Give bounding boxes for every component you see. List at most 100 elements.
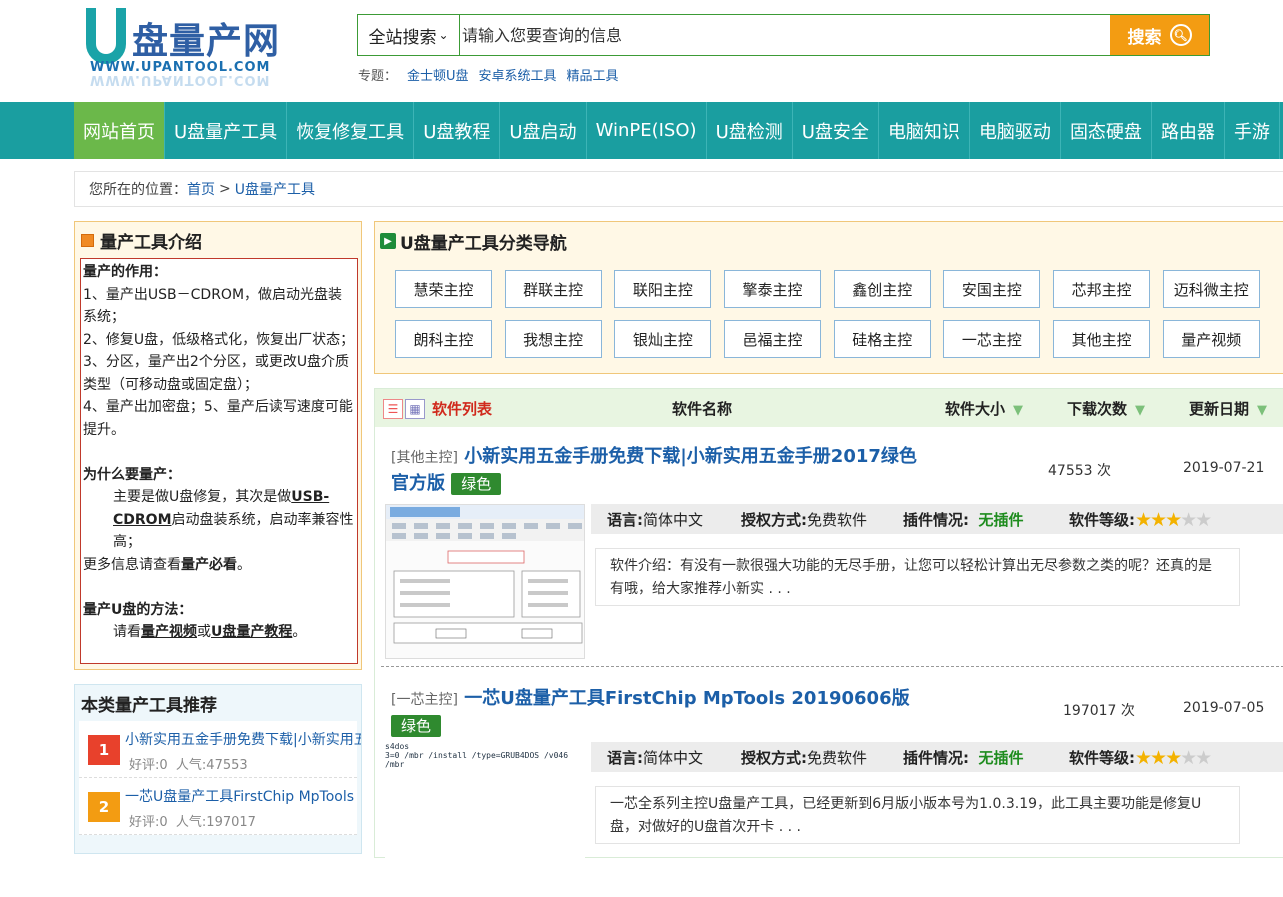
- software-screenshot[interactable]: s4dos 3=0 /mbr /install /type=GRUB4DOS /…: [385, 742, 585, 897]
- nav-item[interactable]: 固态硬盘: [1061, 102, 1152, 159]
- recommend-title: 本类量产工具推荐: [81, 695, 217, 716]
- nav-item[interactable]: U盘检测: [707, 102, 793, 159]
- category-header: ▶ U盘量产工具分类导航: [375, 222, 1283, 260]
- view-toggle: ☰ ▦: [383, 399, 425, 419]
- category-button[interactable]: 群联主控: [504, 270, 602, 308]
- intro-role-line: 1、量产出USB－CDROM，做启动光盘装系统；: [83, 286, 343, 326]
- software-screenshot[interactable]: [385, 504, 585, 659]
- category-button[interactable]: 邑福主控: [724, 320, 822, 358]
- screenshot-text-line: 3=0 /mbr /install /type=GRUB4DOS /v046 /…: [385, 751, 569, 769]
- search-scope-select[interactable]: 全站搜索 ⌄: [358, 15, 460, 55]
- breadcrumb-home-link[interactable]: 首页: [187, 179, 215, 199]
- software-category[interactable]: [一芯主控]: [391, 692, 458, 708]
- search-input[interactable]: [460, 15, 1110, 55]
- category-button[interactable]: 联阳主控: [614, 270, 712, 308]
- software-title[interactable]: [其他主控] 小新实用五金手册免费下载|小新实用五金手册2017绿色官方版 绿色: [391, 444, 921, 497]
- category-button[interactable]: 我想主控: [504, 320, 602, 358]
- software-title-text[interactable]: 一芯U盘量产工具FirstChip MpTools 20190606版: [464, 688, 909, 709]
- rating-stars: ★★★ ★★: [1135, 746, 1212, 769]
- breadcrumb-current-link[interactable]: U盘量产工具: [235, 179, 315, 199]
- green-badge: 绿色: [451, 473, 502, 495]
- category-button[interactable]: 量产视频: [1162, 320, 1260, 358]
- grid-view-icon[interactable]: ▦: [405, 399, 425, 419]
- breadcrumb-label: 您所在的位置：: [89, 182, 187, 198]
- category-button[interactable]: 安国主控: [943, 270, 1041, 308]
- software-meta-bar: 语言: 简体中文 授权方式: 免费软件 插件情况: 无插件 软件等级: ★★★ ★★: [591, 742, 1283, 772]
- intro-header: 量产工具介绍: [75, 222, 361, 258]
- category-button[interactable]: 芯邦主控: [1053, 270, 1151, 308]
- chevron-down-icon: ⌄: [438, 28, 449, 42]
- category-button[interactable]: 一芯主控: [943, 320, 1041, 358]
- category-button[interactable]: 朗科主控: [395, 320, 492, 358]
- col-date[interactable]: 更新日期 ▼: [1189, 398, 1267, 419]
- update-date: 2019-07-05: [1183, 700, 1265, 716]
- intro-method-text: 请看量产视频或U盘量产教程。: [113, 624, 307, 640]
- language-value: 简体中文: [643, 748, 704, 767]
- must-read-link[interactable]: 量产必看: [181, 557, 237, 573]
- list-header: ☰ ▦ 软件列表 软件名称 软件大小 ▼ 下载次数 ▼ 更新日期 ▼: [375, 389, 1283, 427]
- search-button[interactable]: 搜索 🔍︎: [1110, 15, 1209, 55]
- download-count: 47553 次: [1048, 463, 1111, 479]
- software-title[interactable]: [一芯主控] 一芯U盘量产工具FirstChip MpTools 2019060…: [391, 686, 921, 739]
- main-nav: 网站首页 U盘量产工具 恢复修复工具 U盘教程 U盘启动 WinPE(ISO) …: [0, 102, 1283, 159]
- language-value: 简体中文: [643, 510, 704, 529]
- recommend-item[interactable]: 1 小新实用五金手册免费下载|小新实用五金手册2017绿色官方版 好评:0 人气…: [79, 721, 361, 778]
- breadcrumb: 您所在的位置： 首页 > U盘量产工具: [74, 171, 1283, 207]
- topic-link[interactable]: 精品工具: [567, 65, 619, 84]
- rank-badge: 1: [88, 735, 120, 765]
- topic-link[interactable]: 安卓系统工具: [479, 65, 557, 84]
- topic-link[interactable]: 金士顿U盘: [407, 65, 469, 84]
- nav-item[interactable]: WinPE(ISO): [587, 102, 707, 159]
- breadcrumb-separator: >: [219, 181, 231, 197]
- category-button[interactable]: 鑫创主控: [833, 270, 931, 308]
- search-button-label: 搜索: [1127, 27, 1162, 48]
- nav-item[interactable]: 路由器: [1152, 102, 1225, 159]
- software-description: 软件介绍：有没有一款很强大功能的无尽手册，让您可以轻松计算出无尽参数之类的呢？还…: [595, 548, 1240, 606]
- recommend-item-title[interactable]: 一芯U盘量产工具FirstChip MpTools: [125, 786, 361, 806]
- software-meta-bar: 语言: 简体中文 授权方式: 免费软件 插件情况: 无插件 软件等级: ★★★ ★★: [591, 504, 1283, 534]
- license-value: 免费软件: [807, 748, 868, 767]
- tutorial-link[interactable]: U盘量产教程: [211, 624, 292, 640]
- rating-stars: ★★★ ★★: [1135, 508, 1212, 531]
- list-view-icon[interactable]: ☰: [383, 399, 403, 419]
- logo-domain-reflection: WWW.UPANTOOL.COM: [90, 72, 271, 87]
- intro-panel: 量产工具介绍 量产的作用： 1、量产出USB－CDROM，做启动光盘装系统； 2…: [74, 221, 362, 670]
- site-logo[interactable]: 盘量产网 WWW.UPANTOOL.COM WWW.UPANTOOL.COM: [80, 8, 290, 87]
- recommend-item-title[interactable]: 小新实用五金手册免费下载|小新实用五金手册2017绿色官方版: [125, 729, 361, 749]
- col-size[interactable]: 软件大小 ▼: [945, 398, 1023, 419]
- recommend-item-meta: 好评:0 人气:47553: [129, 758, 248, 773]
- nav-item[interactable]: U盘量产工具: [165, 102, 288, 159]
- download-count: 197017 次: [1063, 703, 1135, 719]
- screenshot-text-line: s4dos: [385, 742, 410, 751]
- search-bar: 全站搜索 ⌄ 搜索 🔍︎: [357, 14, 1210, 56]
- category-title: U盘量产工具分类导航: [400, 233, 567, 254]
- category-button[interactable]: 慧荣主控: [395, 270, 492, 308]
- search-scope-label: 全站搜索: [368, 27, 437, 48]
- recommend-item[interactable]: 2 一芯U盘量产工具FirstChip MpTools 好评:0 人气:1970…: [79, 778, 357, 835]
- video-link[interactable]: 量产视频: [141, 624, 197, 640]
- sort-down-icon: ▼: [1013, 402, 1024, 418]
- plugin-value: 无插件: [978, 748, 1024, 767]
- nav-item[interactable]: 手游: [1225, 102, 1280, 159]
- intro-body: 量产的作用： 1、量产出USB－CDROM，做启动光盘装系统； 2、修复U盘，低…: [80, 258, 358, 664]
- nav-item-home[interactable]: 网站首页: [74, 102, 165, 159]
- category-button[interactable]: 硅格主控: [833, 320, 931, 358]
- sort-down-icon: ▼: [1257, 402, 1268, 418]
- nav-item[interactable]: U盘教程: [414, 102, 501, 159]
- nav-item[interactable]: U盘启动: [500, 102, 587, 159]
- col-downloads[interactable]: 下载次数 ▼: [1067, 398, 1145, 419]
- category-button[interactable]: 银灿主控: [614, 320, 712, 358]
- intro-role-title: 量产的作用：: [83, 264, 167, 280]
- category-button[interactable]: 擎泰主控: [724, 270, 822, 308]
- nav-item[interactable]: 恢复修复工具: [287, 102, 415, 159]
- category-button[interactable]: 迈科微主控: [1162, 270, 1260, 308]
- col-name: 软件名称: [672, 399, 733, 418]
- intro-role-line: 3、分区，量产出2个分区，或更改U盘介质类型（可移动盘或固定盘）；: [83, 354, 350, 393]
- nav-item[interactable]: 电脑知识: [879, 102, 970, 159]
- nav-item[interactable]: 电脑驱动: [970, 102, 1061, 159]
- category-button[interactable]: 其他主控: [1053, 320, 1151, 358]
- software-category[interactable]: [其他主控]: [391, 450, 458, 466]
- orange-square-icon: [81, 233, 94, 247]
- sort-down-icon: ▼: [1135, 402, 1146, 418]
- nav-item[interactable]: U盘安全: [793, 102, 879, 159]
